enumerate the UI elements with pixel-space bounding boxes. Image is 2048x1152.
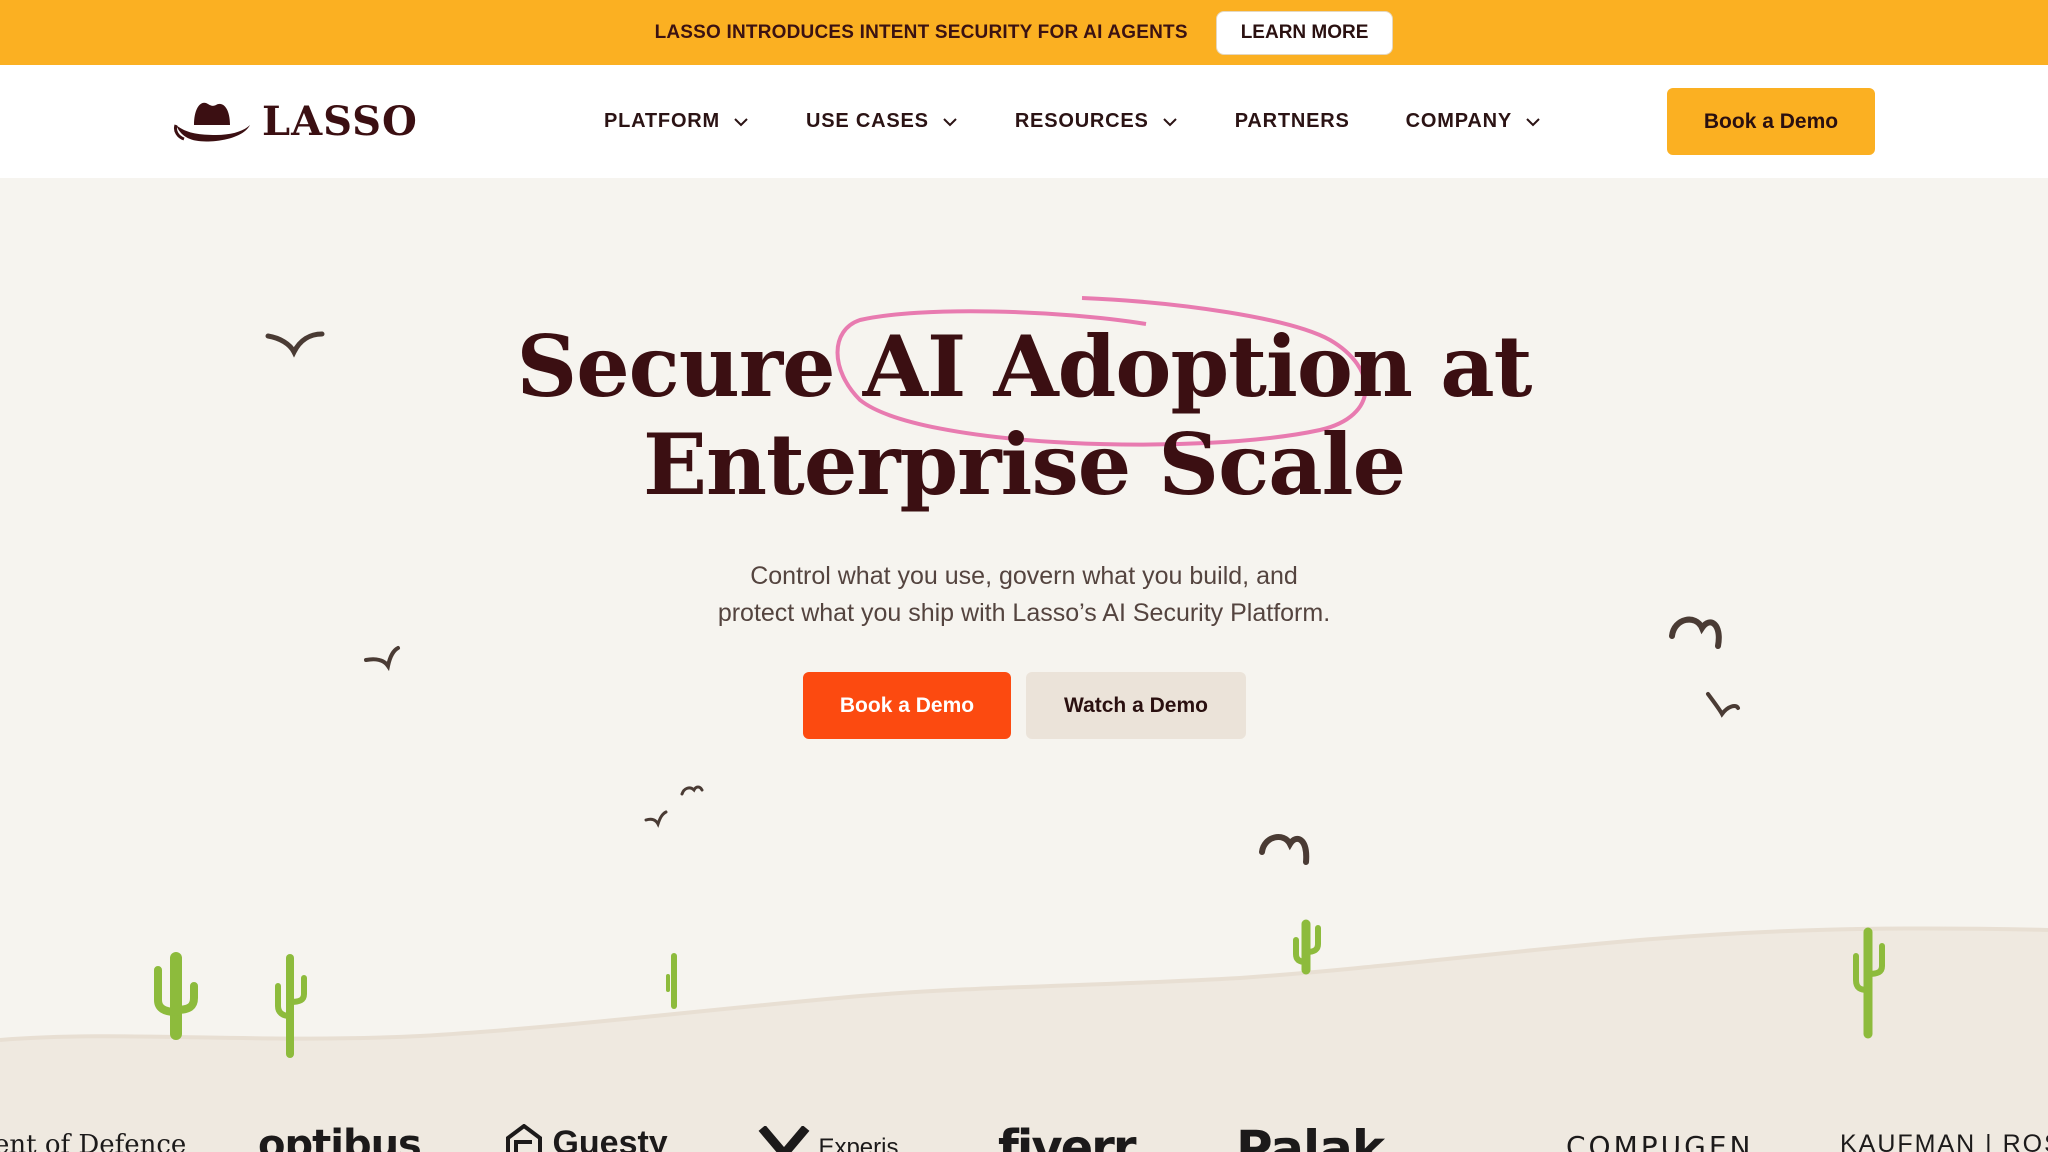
- cactus-icon: [1853, 927, 1885, 1039]
- hero-subtitle-line-2: protect what you ship with Lasso’s AI Se…: [717, 599, 1331, 627]
- desert-ground-edge: [0, 926, 2048, 1042]
- guesty-logo-icon: [506, 1123, 542, 1152]
- desert-ground: [0, 928, 2048, 1152]
- learn-more-button[interactable]: LEARN MORE: [1215, 10, 1394, 55]
- nav-menu: PLATFORM USE CASES RESOURCES PARTNERS CO…: [604, 65, 1598, 178]
- lasso-logo[interactable]: LASSO: [172, 95, 418, 147]
- customer-logo-text: Guesty: [552, 1124, 668, 1152]
- customer-logo: Experis: [758, 1125, 899, 1152]
- cactus-icon: [666, 953, 677, 1009]
- nav-item-label: PARTNERS: [1234, 110, 1350, 132]
- experis-logo-icon: [758, 1125, 810, 1152]
- customer-logo-strip: ent of Defence optibus Guesty Experis fi…: [0, 1120, 2048, 1152]
- customer-logo: optibus: [258, 1122, 422, 1152]
- customer-logo: Palak: [1236, 1120, 1385, 1152]
- customer-logo: KAUFMAN | ROSSIN: [1840, 1130, 2048, 1152]
- book-demo-button[interactable]: Book a Demo: [803, 672, 1011, 739]
- announcement-banner: LASSO INTRODUCES INTENT SECURITY FOR AI …: [0, 0, 2048, 65]
- chevron-down-icon: [943, 117, 957, 126]
- bird-icon: [364, 646, 400, 672]
- nav-item-label: COMPANY: [1405, 110, 1512, 132]
- nav-item-company[interactable]: COMPANY: [1406, 110, 1542, 133]
- hero-title-line-2: Enterprise Scale: [642, 415, 1406, 514]
- chevron-down-icon: [734, 117, 748, 126]
- banner-text: LASSO INTRODUCES INTENT SECURITY FOR AI …: [654, 21, 1188, 43]
- bird-icon: [644, 810, 668, 828]
- hero-title-line-1: Secure AI Adoption at: [516, 317, 1533, 416]
- bird-icon: [680, 785, 704, 796]
- watch-demo-button[interactable]: Watch a Demo: [1026, 672, 1246, 739]
- customer-logo: Guesty: [504, 1123, 668, 1152]
- cactus-icon: [1293, 919, 1321, 975]
- cactus-icon: [275, 954, 307, 1058]
- hero-subtitle: Control what you use, govern what you bu…: [0, 558, 2048, 632]
- cactus-icon: [154, 952, 198, 1040]
- bird-icon: [1259, 834, 1310, 865]
- customer-logo: fiverr: [998, 1120, 1137, 1152]
- chevron-down-icon: [1162, 117, 1177, 126]
- hero-title: Secure AI Adoption at Enterprise Scale: [0, 318, 2048, 514]
- customer-logo: ent of Defence: [0, 1130, 187, 1152]
- nav-book-demo-button[interactable]: Book a Demo: [1667, 88, 1875, 155]
- nav-item-partners[interactable]: PARTNERS: [1235, 110, 1350, 133]
- main-nav: LASSO PLATFORM USE CASES RESOURCES PARTN…: [0, 65, 2048, 178]
- logo-text: LASSO: [262, 97, 418, 145]
- cowboy-hat-icon: [174, 102, 250, 142]
- customer-logo-text: Experis: [818, 1134, 899, 1152]
- customer-logo: COMPUGEN: [1566, 1130, 1754, 1152]
- hero-subtitle-line-1: Control what you use, govern what you bu…: [750, 562, 1298, 590]
- hero-buttons: Book a Demo Watch a Demo: [803, 672, 1246, 739]
- nav-item-label: USE CASES: [806, 110, 929, 132]
- nav-item-label: PLATFORM: [604, 110, 721, 132]
- nav-item-platform[interactable]: PLATFORM: [604, 110, 750, 133]
- nav-item-resources[interactable]: RESOURCES: [1015, 110, 1179, 133]
- nav-item-label: RESOURCES: [1014, 110, 1149, 132]
- bird-icon: [1706, 692, 1740, 718]
- chevron-down-icon: [1526, 117, 1540, 126]
- nav-item-use-cases[interactable]: USE CASES: [806, 110, 959, 133]
